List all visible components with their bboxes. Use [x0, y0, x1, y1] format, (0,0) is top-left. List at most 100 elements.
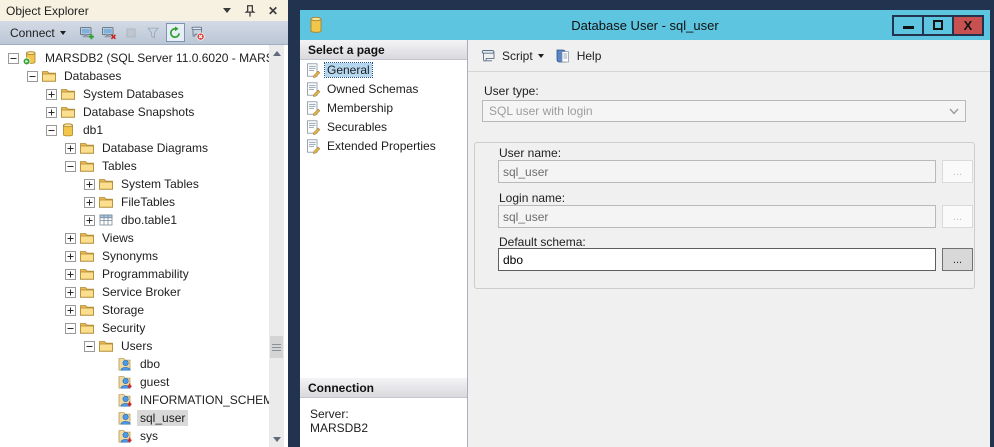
- tree-item-label: System Tables: [118, 176, 202, 192]
- tree-item-system-tables[interactable]: System Tables: [0, 175, 288, 193]
- page-item-label: Membership: [325, 101, 395, 115]
- user-name-input[interactable]: [498, 160, 936, 183]
- folder-icon: [60, 104, 76, 120]
- help-button-label: Help: [577, 49, 602, 63]
- tree-item-databases[interactable]: Databases: [0, 67, 288, 85]
- tree-item-dbo[interactable]: dbo: [0, 355, 288, 373]
- tree-expander-plus-icon[interactable]: [65, 305, 76, 316]
- chevron-down-icon: [949, 108, 959, 115]
- script-dropdown-arrow-icon[interactable]: [538, 54, 544, 58]
- close-icon[interactable]: ✕: [266, 4, 280, 18]
- tree-expander-minus-icon[interactable]: [65, 323, 76, 334]
- tree-scrollbar[interactable]: [269, 45, 284, 447]
- tree-item-service-broker[interactable]: Service Broker: [0, 283, 288, 301]
- filter-icon[interactable]: [144, 23, 163, 42]
- maximize-button[interactable]: [922, 15, 954, 36]
- tree-item-label: dbo: [137, 356, 163, 372]
- dialog-titlebar[interactable]: Database User - sql_user X: [300, 10, 990, 40]
- tree-item-information-schema[interactable]: INFORMATION_SCHEMA: [0, 391, 288, 409]
- login-name-input[interactable]: [498, 205, 936, 228]
- tree-item-label: dbo.table1: [118, 212, 180, 228]
- tree-expander-plus-icon[interactable]: [84, 197, 95, 208]
- tree-item-security[interactable]: Security: [0, 319, 288, 337]
- server-label: Server:: [310, 407, 467, 421]
- help-button[interactable]: Help: [554, 48, 602, 64]
- tree-expander-plus-icon[interactable]: [65, 287, 76, 298]
- user-type-select[interactable]: SQL user with login: [482, 100, 966, 122]
- tree-item-views[interactable]: Views: [0, 229, 288, 247]
- folder-icon: [41, 68, 57, 84]
- tree-expander-spacer: [103, 359, 114, 370]
- tree-item-label: FileTables: [118, 194, 178, 210]
- auto-hide-pin-icon[interactable]: [243, 4, 257, 18]
- tree-item-label: Views: [99, 230, 137, 246]
- tree-item-synonyms[interactable]: Synonyms: [0, 247, 288, 265]
- select-a-page-header: Select a page: [300, 40, 467, 60]
- tree-item-programmability[interactable]: Programmability: [0, 265, 288, 283]
- script-error-icon[interactable]: [188, 23, 207, 42]
- user-type-value: SQL user with login: [489, 104, 593, 118]
- script-button[interactable]: Script: [479, 48, 544, 64]
- page-item-securables[interactable]: Securables: [300, 117, 467, 136]
- tree-item-sys[interactable]: sys: [0, 427, 288, 445]
- database-user-icon: [117, 410, 133, 426]
- tree-item-marsdb2-sql-server-11-0-6020-m[interactable]: MARSDB2 (SQL Server 11.0.6020 - MARSD: [0, 49, 288, 67]
- database-user-disabled-icon: [117, 392, 133, 408]
- disconnect-server-icon[interactable]: [100, 23, 119, 42]
- stop-icon[interactable]: [122, 23, 141, 42]
- user-name-browse-button[interactable]: ...: [942, 160, 973, 183]
- scroll-down-arrow-icon[interactable]: [269, 432, 284, 446]
- tree-expander-plus-icon[interactable]: [65, 233, 76, 244]
- window-position-icon[interactable]: [220, 4, 234, 18]
- tree-item-label: sys: [137, 428, 161, 444]
- tree-expander-minus-icon[interactable]: [27, 71, 38, 82]
- scroll-thumb[interactable]: [270, 336, 283, 358]
- tree-expander-plus-icon[interactable]: [65, 251, 76, 262]
- ssms-main-window: Object Explorer ✕ Connect MARSDB2 (SQL S…: [0, 0, 994, 447]
- tree-expander-plus-icon[interactable]: [46, 89, 57, 100]
- tree-expander-minus-icon[interactable]: [84, 341, 95, 352]
- tree-item-storage[interactable]: Storage: [0, 301, 288, 319]
- folder-icon: [79, 230, 95, 246]
- tree-expander-plus-icon[interactable]: [84, 179, 95, 190]
- tree-expander-plus-icon[interactable]: [65, 269, 76, 280]
- page-item-extended-properties[interactable]: Extended Properties: [300, 136, 467, 155]
- chevron-down-icon: [60, 31, 66, 35]
- connection-section: Connection Server: MARSDB2 Connection:: [300, 378, 467, 447]
- connect-server-icon[interactable]: [78, 23, 97, 42]
- tree-item-label: System Databases: [80, 86, 187, 102]
- tree-expander-minus-icon[interactable]: [65, 161, 76, 172]
- page-item-general[interactable]: General: [300, 60, 467, 79]
- tree-item-system-databases[interactable]: System Databases: [0, 85, 288, 103]
- dialog-title: Database User - sql_user: [300, 18, 990, 33]
- tree-expander-plus-icon[interactable]: [46, 107, 57, 118]
- page-item-membership[interactable]: Membership: [300, 98, 467, 117]
- close-button[interactable]: X: [952, 15, 984, 36]
- tree-item-sql-user[interactable]: sql_user: [0, 409, 288, 427]
- tree-item-tables[interactable]: Tables: [0, 157, 288, 175]
- connect-button[interactable]: Connect: [6, 24, 70, 42]
- tree-expander-minus-icon[interactable]: [46, 125, 57, 136]
- tree-item-database-diagrams[interactable]: Database Diagrams: [0, 139, 288, 157]
- script-button-label: Script: [502, 49, 533, 63]
- refresh-icon[interactable]: [166, 23, 185, 42]
- tree-item-filetables[interactable]: FileTables: [0, 193, 288, 211]
- tree-expander-minus-icon[interactable]: [8, 53, 19, 64]
- scroll-up-arrow-icon[interactable]: [269, 46, 284, 60]
- login-name-browse-button[interactable]: ...: [942, 205, 973, 228]
- tree-item-users[interactable]: Users: [0, 337, 288, 355]
- minimize-button[interactable]: [892, 15, 924, 36]
- tree-item-database-snapshots[interactable]: Database Snapshots: [0, 103, 288, 121]
- tree-expander-plus-icon[interactable]: [65, 143, 76, 154]
- page-icon: [305, 119, 321, 135]
- tree-item-db1[interactable]: db1: [0, 121, 288, 139]
- default-schema-browse-button[interactable]: ...: [942, 248, 973, 271]
- default-schema-input[interactable]: [498, 248, 936, 271]
- tree-item-label: Tables: [99, 158, 140, 174]
- tree-item-guest[interactable]: guest: [0, 373, 288, 391]
- page-item-owned-schemas[interactable]: Owned Schemas: [300, 79, 467, 98]
- tree-item-dbo-table1[interactable]: dbo.table1: [0, 211, 288, 229]
- tree-expander-plus-icon[interactable]: [84, 215, 95, 226]
- tree-item-label: MARSDB2 (SQL Server 11.0.6020 - MARSD: [42, 50, 285, 66]
- folder-icon: [98, 338, 114, 354]
